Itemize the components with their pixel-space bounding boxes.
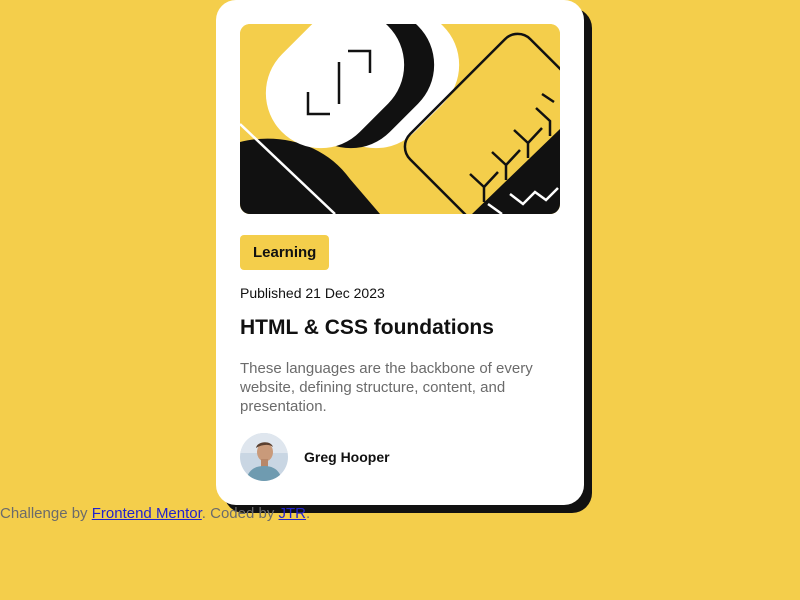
attribution: Challenge by Frontend Mentor. Coded by J… — [0, 505, 310, 522]
author-name: Greg Hooper — [304, 449, 390, 465]
author-link[interactable]: JTR — [279, 505, 307, 522]
attribution-prefix: Challenge by — [0, 505, 92, 522]
hero-illustration — [240, 24, 560, 214]
person-avatar-icon — [240, 433, 288, 481]
abstract-illustration — [240, 24, 560, 214]
blog-preview-card: Learning Published 21 Dec 2023 HTML & CS… — [216, 0, 584, 505]
page: Learning Published 21 Dec 2023 HTML & CS… — [0, 0, 800, 600]
card-title[interactable]: HTML & CSS foundations — [240, 316, 494, 340]
attribution-middle: . Coded by — [201, 505, 279, 522]
frontend-mentor-link[interactable]: Frontend Mentor — [92, 505, 202, 522]
attribution-suffix: . — [306, 505, 311, 522]
card-description: These languages are the backbone of ever… — [240, 360, 533, 415]
published-date: Published 21 Dec 2023 — [240, 285, 385, 301]
category-tag: Learning — [240, 235, 330, 270]
author-row: Greg Hooper — [240, 433, 390, 481]
